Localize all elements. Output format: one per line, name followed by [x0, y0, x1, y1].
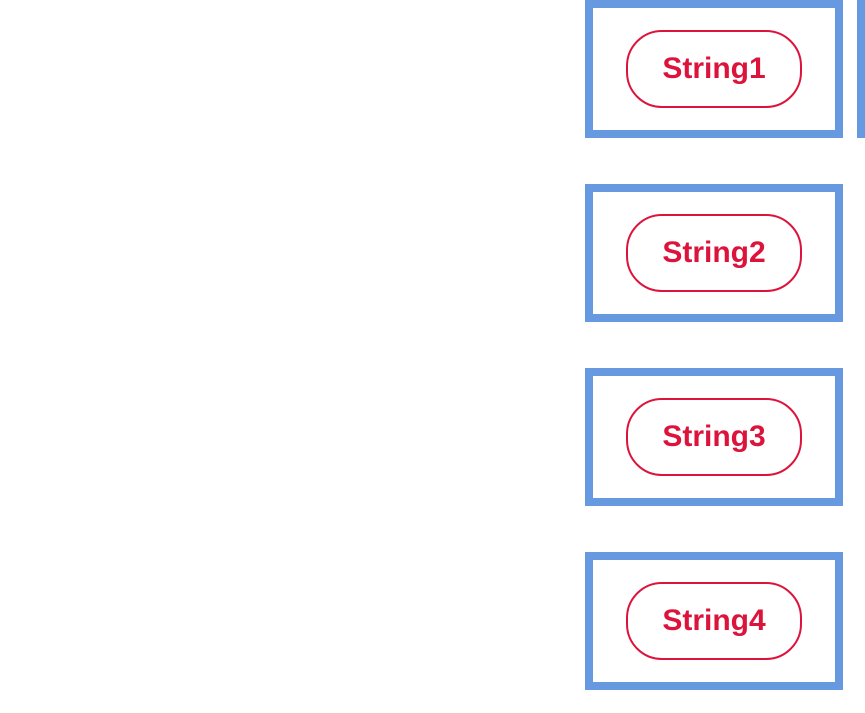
pill-label: String3: [662, 420, 765, 453]
list-item: String4: [585, 552, 843, 690]
list-item: String3: [585, 368, 843, 506]
pill-button[interactable]: String3: [626, 398, 801, 476]
list-item: String2: [585, 184, 843, 322]
pill-button[interactable]: String4: [626, 582, 801, 660]
pill-label: String4: [662, 604, 765, 637]
pill-label: String1: [662, 52, 765, 85]
item-list: String1 String2 String3 String4: [585, 0, 843, 690]
pill-button[interactable]: String2: [626, 214, 801, 292]
pill-label: String2: [662, 236, 765, 269]
side-edge: [857, 0, 865, 138]
pill-button[interactable]: String1: [626, 30, 801, 108]
list-item: String1: [585, 0, 843, 138]
